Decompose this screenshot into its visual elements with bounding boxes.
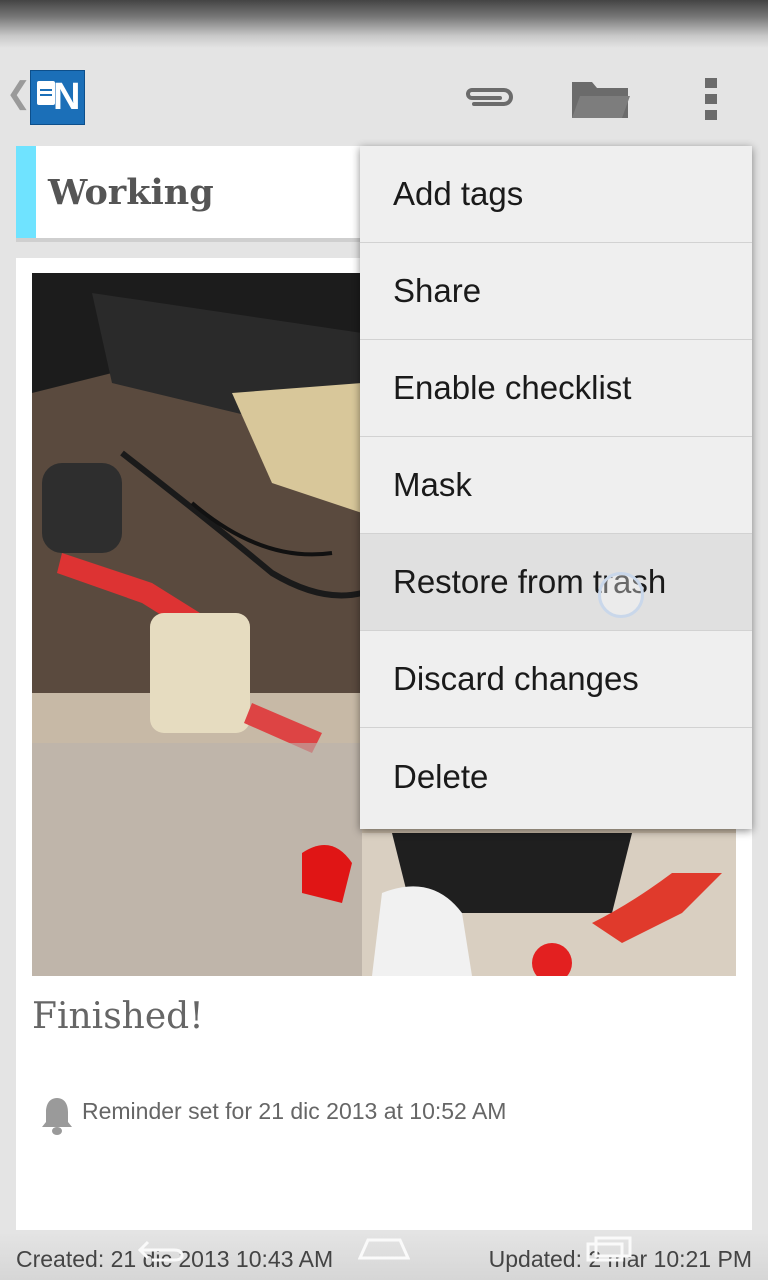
- touch-ripple: [598, 572, 644, 618]
- menu-item-discard-changes[interactable]: Discard changes: [360, 631, 752, 728]
- home-nav-icon[interactable]: [358, 1236, 410, 1260]
- up-navigation-icon[interactable]: ❮: [6, 76, 31, 111]
- menu-item-add-tags[interactable]: Add tags: [360, 146, 752, 243]
- overflow-menu-icon[interactable]: [704, 78, 718, 120]
- action-bar: ❮ N: [0, 48, 768, 148]
- menu-item-restore-from-trash[interactable]: Restore from trash: [360, 534, 752, 631]
- bell-icon: [42, 1098, 72, 1135]
- reminder-text[interactable]: Reminder set for 21 dic 2013 at 10:52 AM: [82, 1098, 506, 1125]
- note-title[interactable]: Working: [48, 172, 214, 213]
- overflow-menu: Add tags Share Enable checklist Mask Res…: [360, 146, 752, 829]
- paperclip-icon[interactable]: [460, 84, 516, 110]
- menu-item-mask[interactable]: Mask: [360, 437, 752, 534]
- menu-item-share[interactable]: Share: [360, 243, 752, 340]
- menu-item-delete[interactable]: Delete: [360, 728, 752, 825]
- menu-item-enable-checklist[interactable]: Enable checklist: [360, 340, 752, 437]
- note-title-card[interactable]: Working: [16, 146, 360, 242]
- back-nav-icon[interactable]: [138, 1238, 184, 1262]
- app-logo[interactable]: N: [30, 70, 85, 125]
- status-bar: [0, 0, 768, 48]
- recent-apps-icon[interactable]: [584, 1236, 634, 1262]
- category-color-bar: [16, 146, 36, 238]
- note-footer: Created: 21 dic 2013 10:43 AM Updated: 2…: [0, 1232, 768, 1280]
- folder-icon[interactable]: [570, 78, 630, 120]
- note-body[interactable]: Finished!: [32, 996, 204, 1037]
